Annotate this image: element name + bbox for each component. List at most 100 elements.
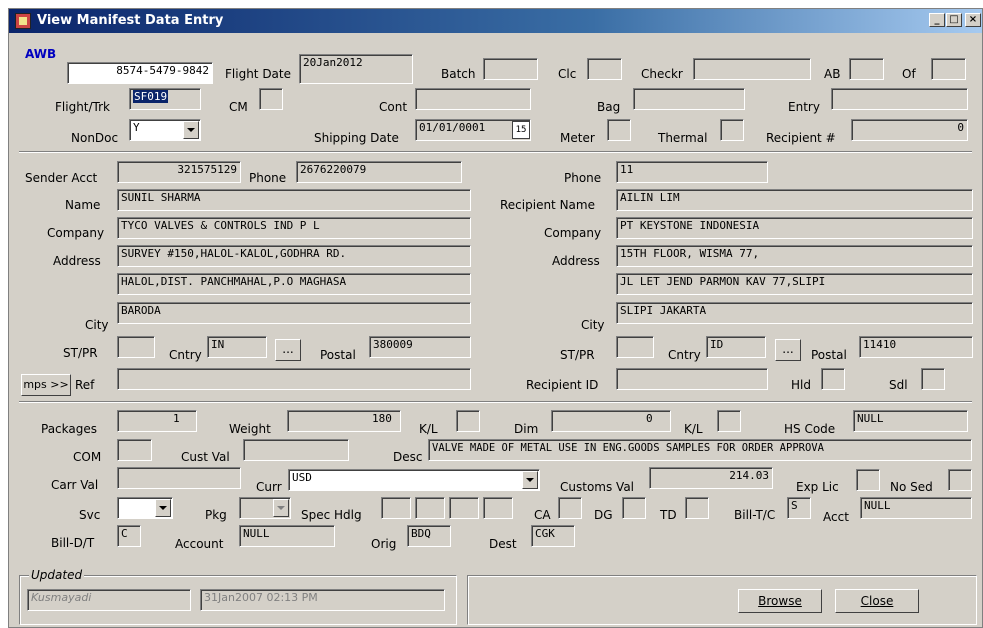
spec-hdlg-field-2[interactable] <box>415 497 445 519</box>
recipient-company-label: Company <box>544 226 602 240</box>
bill-tc-label: Bill-T/C <box>734 508 776 522</box>
sender-cntry-field[interactable]: IN <box>207 336 267 358</box>
acct-label: Acct <box>823 510 849 524</box>
mps-button[interactable]: mps >> <box>21 374 71 396</box>
recipient-address-label: Address <box>552 254 600 268</box>
thermal-field[interactable] <box>720 119 744 141</box>
weight-kl-field[interactable] <box>456 410 480 432</box>
dim-field[interactable]: 0 <box>551 410 671 432</box>
shipping-date-value: 01/01/0001 <box>419 121 486 134</box>
sender-stpr-label: ST/PR <box>63 346 98 360</box>
ab-field[interactable] <box>849 58 884 80</box>
sender-phone-label: Phone <box>249 171 287 185</box>
curr-select[interactable]: USD <box>288 469 540 491</box>
recipient-city-field[interactable]: SLIPI JAKARTA <box>616 302 973 324</box>
recipient-address2-field[interactable]: JL LET JEND PARMON KAV 77,SLIPI <box>616 273 973 295</box>
spec-hdlg-field-4[interactable] <box>483 497 513 519</box>
orig-field[interactable]: BDQ <box>407 525 451 547</box>
dg-label: DG <box>594 508 613 522</box>
recipient-num-field[interactable]: 0 <box>851 119 968 141</box>
spec-hdlg-field-1[interactable] <box>381 497 411 519</box>
divider-header <box>19 151 972 153</box>
ca-field[interactable] <box>558 497 582 519</box>
recipient-stpr-field[interactable] <box>616 336 654 358</box>
updated-at-field: 31Jan2007 02:13 PM <box>200 589 445 611</box>
recipient-postal-field[interactable]: 11410 <box>859 336 973 358</box>
batch-field[interactable] <box>483 58 538 80</box>
sender-country-lookup-button[interactable]: ... <box>275 339 301 361</box>
awb-field[interactable]: 8574-5479-9842 <box>67 62 213 84</box>
sender-company-field[interactable]: TYCO VALVES & CONTROLS IND P L <box>117 217 471 239</box>
sender-address1-field[interactable]: SURVEY #150,HALOL-KALOL,GODHRA RD. <box>117 245 471 267</box>
meter-field[interactable] <box>607 119 631 141</box>
sender-address2-field[interactable]: HALOL,DIST. PANCHMAHAL,P.O MAGHASA <box>117 273 471 295</box>
sender-acct-field[interactable]: 321575129 <box>117 161 241 183</box>
pkg-select[interactable] <box>239 497 291 519</box>
recipient-id-field[interactable] <box>616 368 768 390</box>
browse-button-label: Browse <box>758 594 802 608</box>
bag-field[interactable] <box>633 88 745 110</box>
chevron-down-icon[interactable] <box>155 499 171 517</box>
checkr-field[interactable] <box>693 58 811 80</box>
chevron-down-icon[interactable] <box>273 499 289 517</box>
desc-field[interactable]: VALVE MADE OF METAL USE IN ENG.GOODS SAM… <box>428 439 972 461</box>
clc-field[interactable] <box>587 58 622 80</box>
bill-tc-field[interactable]: S <box>787 497 811 519</box>
packages-field[interactable]: 1 <box>117 410 197 432</box>
sender-stpr-field[interactable] <box>117 336 155 358</box>
recipient-phone-field[interactable]: 11 <box>616 161 768 183</box>
weight-field[interactable]: 180 <box>287 410 401 432</box>
dim-kl-field[interactable] <box>717 410 741 432</box>
sdl-field[interactable] <box>921 368 945 390</box>
hld-field[interactable] <box>821 368 845 390</box>
recipient-address1-field[interactable]: 15TH FLOOR, WISMA 77, <box>616 245 973 267</box>
flight-date-field[interactable]: 20Jan2012 <box>299 54 413 84</box>
of-field[interactable] <box>931 58 966 80</box>
flight-trk-field[interactable]: SF019 <box>129 88 201 110</box>
recipient-postal-label: Postal <box>811 348 847 362</box>
spec-hdlg-field-3[interactable] <box>449 497 479 519</box>
acct-field[interactable]: NULL <box>860 497 972 519</box>
browse-button[interactable]: Browse <box>738 589 822 613</box>
maximize-button[interactable]: □ <box>946 13 962 27</box>
account-field[interactable]: NULL <box>239 525 335 547</box>
ref-field[interactable] <box>117 368 471 390</box>
sender-city-field[interactable]: BARODA <box>117 302 471 324</box>
dg-field[interactable] <box>622 497 646 519</box>
dest-label: Dest <box>489 537 517 551</box>
entry-field[interactable] <box>831 88 968 110</box>
sender-phone-field[interactable]: 2676220079 <box>296 161 462 183</box>
customs-val-field[interactable]: 214.03 <box>649 467 773 489</box>
carr-val-label: Carr Val <box>51 478 99 492</box>
close-window-button[interactable]: × <box>965 13 981 27</box>
desc-label: Desc <box>393 450 423 464</box>
hs-code-field[interactable]: NULL <box>853 410 968 432</box>
app-icon <box>15 13 31 29</box>
dest-field[interactable]: CGK <box>531 525 575 547</box>
cust-val-field[interactable] <box>243 439 349 461</box>
clc-label: Clc <box>558 67 577 81</box>
cm-field[interactable] <box>259 88 283 110</box>
calendar-icon[interactable]: 15 <box>512 121 530 139</box>
td-field[interactable] <box>685 497 709 519</box>
exp-lic-field[interactable] <box>856 469 880 491</box>
cont-field[interactable] <box>415 88 531 110</box>
bill-dt-field[interactable]: C <box>117 525 141 547</box>
svc-select[interactable] <box>117 497 173 519</box>
close-button[interactable]: Close <box>835 589 919 613</box>
sender-postal-field[interactable]: 380009 <box>369 336 471 358</box>
chevron-down-icon[interactable] <box>522 471 538 489</box>
recipient-name-field[interactable]: AILIN LIM <box>616 189 973 211</box>
no-sed-field[interactable] <box>948 469 972 491</box>
nondoc-select[interactable]: Y <box>129 119 201 141</box>
recipient-cntry-field[interactable]: ID <box>706 336 766 358</box>
carr-val-field[interactable] <box>117 467 241 489</box>
com-field[interactable] <box>117 439 152 461</box>
sender-city-label: City <box>85 318 109 332</box>
sender-name-field[interactable]: SUNIL SHARMA <box>117 189 471 211</box>
minimize-button[interactable]: _ <box>929 13 945 27</box>
exp-lic-label: Exp Lic <box>796 480 839 494</box>
recipient-country-lookup-button[interactable]: ... <box>775 339 801 361</box>
recipient-company-field[interactable]: PT KEYSTONE INDONESIA <box>616 217 973 239</box>
chevron-down-icon[interactable] <box>183 121 199 139</box>
